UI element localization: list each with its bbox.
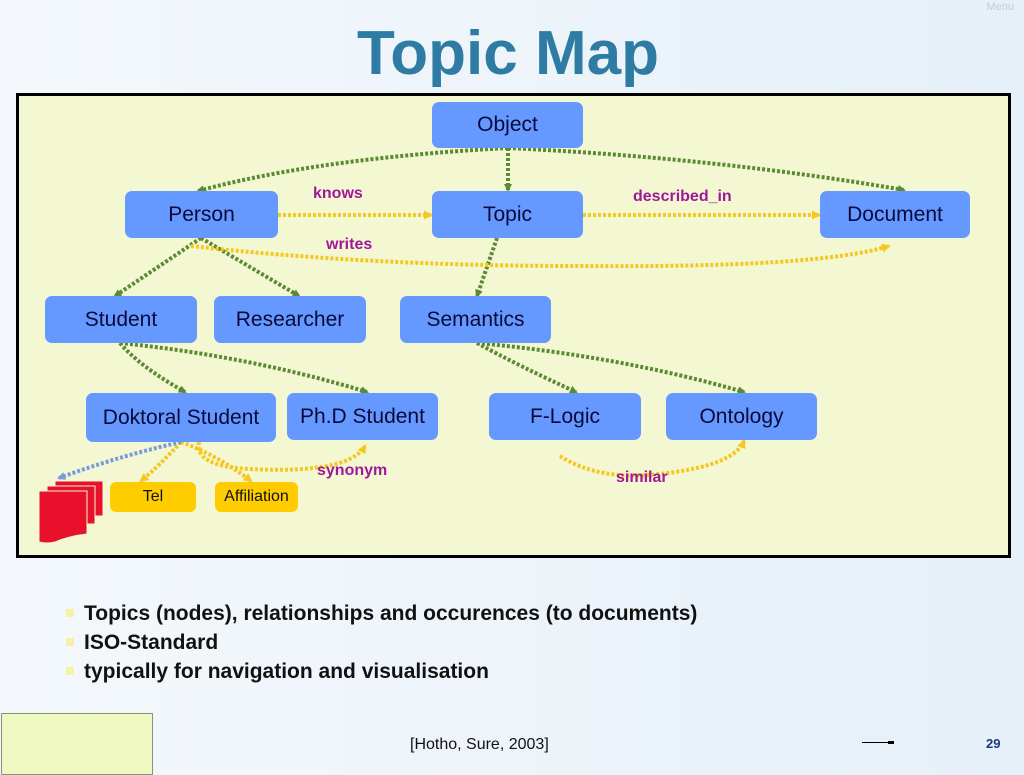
edge-semantics-ontology (476, 341, 746, 395)
node-label: Affiliation (224, 488, 289, 505)
node-label: Person (168, 202, 235, 226)
topic-node-person[interactable]: Person (125, 191, 278, 238)
topic-map-diagram: Object Person Topic Document Student Res… (16, 93, 1011, 558)
node-label: Researcher (235, 307, 345, 331)
document-stack-icon (38, 480, 104, 544)
relation-label-described-in: described_in (633, 188, 732, 205)
topic-node-f-logic[interactable]: F-Logic (489, 393, 641, 440)
menu-link[interactable]: Menu (986, 1, 1014, 13)
bullet-list: Topics (nodes), relationships and occure… (66, 602, 697, 689)
occurrence-node-affiliation[interactable]: Affiliation (215, 482, 298, 512)
edge-person-student (113, 236, 203, 298)
relation-label-similar: similar (616, 469, 668, 486)
node-label: Student (84, 307, 158, 331)
relation-label-writes: writes (326, 236, 373, 253)
bullet-marker-icon (66, 638, 74, 646)
node-label: Semantics (426, 307, 525, 331)
node-label: Document (847, 202, 943, 226)
node-label: Object (477, 113, 538, 136)
edge-student-phd (119, 341, 369, 395)
edge-doktoral-affiliation (180, 440, 253, 483)
edge-writes (190, 243, 891, 269)
node-label: Tel (142, 488, 164, 505)
bullet-text: Topics (nodes), relationships and occure… (84, 602, 698, 625)
slide-title: Topic Map (0, 18, 1024, 89)
node-label: Topic (482, 202, 533, 226)
topic-node-ontology[interactable]: Ontology (666, 393, 817, 440)
topic-node-doktoral-student[interactable]: Doktoral Student (86, 393, 276, 442)
node-label: Ontology (699, 404, 784, 428)
page-number: 29 (986, 736, 1001, 751)
citation: [Hotho, Sure, 2003] (410, 736, 549, 753)
bullet-item: ISO-Standard (66, 631, 697, 660)
node-label: F-Logic (529, 404, 601, 428)
relation-label-knows: knows (313, 185, 363, 202)
topic-node-semantics[interactable]: Semantics (400, 296, 551, 343)
edge-semantics-flogic (476, 341, 578, 394)
topic-node-object[interactable]: Object (432, 102, 583, 148)
bullet-text: ISO-Standard (84, 631, 219, 654)
bullet-item: Topics (nodes), relationships and occure… (66, 602, 697, 631)
node-label: Ph.D Student (300, 404, 425, 428)
footer-logo-box (1, 713, 153, 775)
occurrence-node-tel[interactable]: Tel (110, 482, 196, 512)
topic-node-student[interactable]: Student (45, 296, 197, 343)
topic-node-document[interactable]: Document (820, 191, 970, 238)
topic-node-researcher[interactable]: Researcher (214, 296, 366, 343)
topic-node-topic[interactable]: Topic (432, 191, 583, 238)
topic-node-phd-student[interactable]: Ph.D Student (287, 393, 438, 440)
relation-label-synonym: synonym (317, 462, 388, 479)
edge-object-document (507, 146, 906, 193)
slide-title-text: Topic Map (357, 19, 659, 88)
bullet-marker-icon (66, 609, 74, 617)
node-label: Doktoral Student (102, 405, 260, 429)
bullet-text: typically for navigation and visualisati… (84, 660, 489, 683)
bullet-marker-icon (66, 667, 74, 675)
footer-divider-end (888, 741, 894, 744)
bullet-item: typically for navigation and visualisati… (66, 660, 697, 689)
